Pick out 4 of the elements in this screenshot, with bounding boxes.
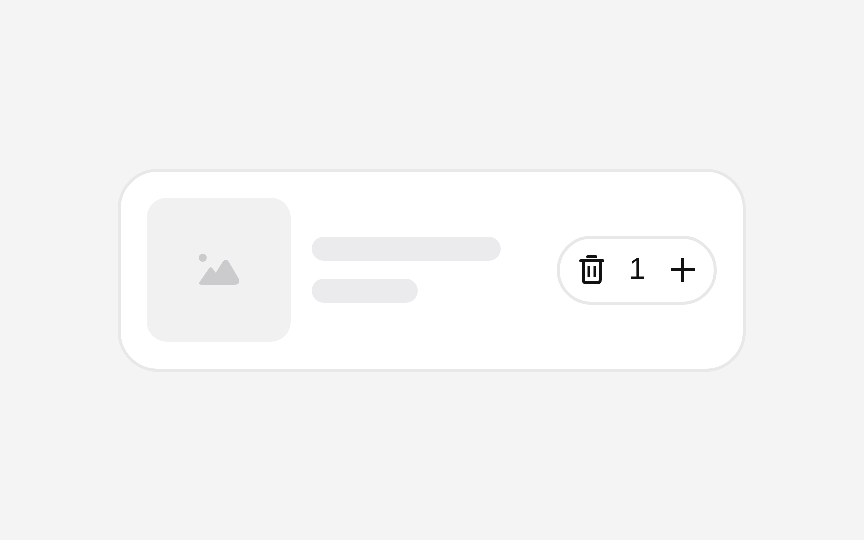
add-button[interactable] bbox=[670, 257, 696, 283]
quantity-value: 1 bbox=[629, 255, 646, 285]
delete-button[interactable] bbox=[579, 255, 605, 285]
image-icon bbox=[198, 253, 240, 287]
